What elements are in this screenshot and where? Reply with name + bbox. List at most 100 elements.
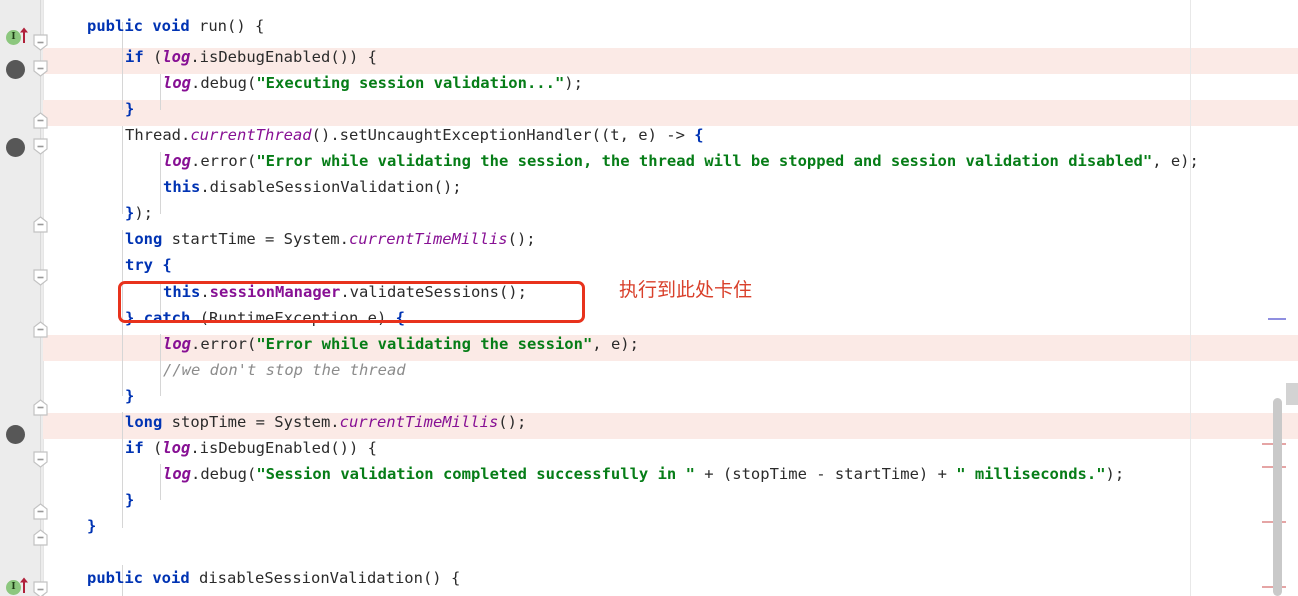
code-line[interactable]: public void run() {	[0, 13, 1298, 39]
code-line-text[interactable]: this.sessionManager.validateSessions();	[163, 279, 527, 305]
code-line[interactable]: if (log.isDebugEnabled()) {	[0, 435, 1298, 461]
code-line-text[interactable]: }	[125, 383, 134, 409]
code-line-text[interactable]: long stopTime = System.currentTimeMillis…	[125, 409, 526, 435]
fold-region-end-icon[interactable]	[33, 503, 48, 520]
code-token: log	[162, 439, 191, 457]
code-token: , e);	[592, 335, 639, 353]
code-token: }	[87, 517, 97, 535]
code-line-text[interactable]: log.debug("Executing session validation.…	[163, 70, 583, 96]
code-line[interactable]: } catch (RuntimeException e) {	[0, 305, 1298, 331]
code-line-text[interactable]: this.disableSessionValidation();	[163, 174, 462, 200]
code-token: currentTimeMillis	[348, 230, 508, 248]
arrow-up-icon	[20, 577, 28, 593]
fold-region-start-icon[interactable]	[33, 269, 48, 286]
code-line-text[interactable]: });	[125, 200, 153, 226]
code-token: void	[152, 17, 190, 35]
code-line[interactable]: this.disableSessionValidation();	[0, 174, 1298, 200]
code-line[interactable]: Thread.currentThread().setUncaughtExcept…	[0, 122, 1298, 148]
breakpoint-icon[interactable]	[6, 60, 25, 79]
code-line-text[interactable]: Thread.currentThread().setUncaughtExcept…	[125, 122, 704, 148]
code-token: {	[694, 126, 704, 144]
fold-region-end-icon[interactable]	[33, 529, 48, 546]
code-line-text[interactable]: } catch (RuntimeException e) {	[125, 305, 405, 331]
code-token: (	[143, 439, 163, 457]
code-token: catch	[143, 309, 191, 327]
code-token: this	[163, 283, 201, 301]
code-token: startTime = System.	[162, 230, 349, 248]
code-token: sessionManager	[209, 283, 341, 301]
code-line[interactable]: log.debug("Session validation completed …	[0, 461, 1298, 487]
code-line[interactable]: long stopTime = System.currentTimeMillis…	[0, 409, 1298, 435]
code-line[interactable]: public void disableSessionValidation() {	[0, 565, 1298, 591]
code-token: "Error while validating the session, the…	[256, 152, 1153, 170]
breakpoint-dot-icon[interactable]	[6, 138, 25, 157]
fold-region-start-icon[interactable]	[33, 34, 48, 51]
code-token: }	[125, 387, 135, 405]
code-token: }	[125, 491, 135, 509]
code-line-text[interactable]: try {	[125, 252, 172, 278]
fold-region-start-icon[interactable]	[33, 138, 48, 155]
scrollbar-thumb[interactable]	[1273, 398, 1282, 596]
code-line[interactable]: if (log.isDebugEnabled()) {	[0, 44, 1298, 70]
code-line-text[interactable]: log.debug("Session validation completed …	[163, 461, 1124, 487]
code-line-text[interactable]: if (log.isDebugEnabled()) {	[125, 435, 377, 461]
code-token: stopTime = System.	[162, 413, 340, 431]
code-line-text[interactable]: long startTime = System.currentTimeMilli…	[125, 226, 536, 252]
code-token: log	[163, 335, 191, 353]
code-line[interactable]: try {	[0, 252, 1298, 278]
override-method-icon[interactable]: I	[6, 27, 28, 45]
fold-region-end-icon[interactable]	[33, 321, 48, 338]
code-token: + (stopTime - startTime) +	[694, 465, 957, 483]
code-token: .error(	[191, 335, 257, 353]
breakpoint-icon[interactable]	[6, 138, 25, 157]
breakpoint-dot-icon[interactable]	[6, 60, 25, 79]
code-line[interactable]: }	[0, 487, 1298, 513]
code-line-text[interactable]: log.error("Error while validating the se…	[163, 331, 639, 357]
code-line[interactable]: log.debug("Executing session validation.…	[0, 70, 1298, 96]
code-line[interactable]: log.error("Error while validating the se…	[0, 331, 1298, 357]
breakpoint-dot-icon[interactable]	[6, 425, 25, 444]
code-line-text[interactable]: //we don't stop the thread	[163, 357, 406, 383]
code-token: if	[125, 439, 144, 457]
code-line-text[interactable]: log.error("Error while validating the se…	[163, 148, 1199, 174]
code-line[interactable]: log.error("Error while validating the se…	[0, 148, 1298, 174]
code-line-text[interactable]: }	[87, 513, 96, 539]
scrollbar-marker-button[interactable]	[1286, 383, 1298, 405]
code-token: long	[125, 230, 163, 248]
breakpoint-icon[interactable]	[6, 425, 25, 444]
code-token: (	[143, 48, 163, 66]
code-token: (RuntimeException e)	[190, 309, 396, 327]
fold-region-end-icon[interactable]	[33, 216, 48, 233]
override-method-icon[interactable]: I	[6, 577, 28, 595]
fold-region-start-icon[interactable]	[33, 60, 48, 77]
code-token: .validateSessions();	[340, 283, 527, 301]
code-token: "Executing session validation..."	[256, 74, 565, 92]
code-token: currentThread	[190, 126, 312, 144]
code-line[interactable]: //we don't stop the thread	[0, 357, 1298, 383]
code-line[interactable]: });	[0, 200, 1298, 226]
fold-region-end-icon[interactable]	[33, 399, 48, 416]
code-line[interactable]: }	[0, 96, 1298, 122]
code-editor[interactable]: public void run() { if (log.isDebugEnable…	[0, 0, 1298, 596]
code-token: .error(	[191, 152, 257, 170]
code-line[interactable]: long startTime = System.currentTimeMilli…	[0, 226, 1298, 252]
fold-region-start-icon[interactable]	[33, 581, 48, 596]
fold-region-start-icon[interactable]	[33, 451, 48, 468]
code-line-text[interactable]: if (log.isDebugEnabled()) {	[125, 44, 377, 70]
code-token: .debug(	[191, 465, 257, 483]
code-token: public	[87, 569, 143, 587]
code-line[interactable]: }	[0, 383, 1298, 409]
code-token: ().setUncaughtExceptionHandler((t, e) ->	[311, 126, 695, 144]
code-token: log	[163, 465, 191, 483]
code-line-text[interactable]: }	[125, 96, 134, 122]
code-line-text[interactable]: }	[125, 487, 134, 513]
fold-region-end-icon[interactable]	[33, 112, 48, 129]
code-line[interactable]: }	[0, 513, 1298, 539]
code-line-text[interactable]: public void run() {	[87, 13, 264, 39]
code-line-text[interactable]: public void disableSessionValidation() {	[87, 565, 460, 591]
code-token: {	[395, 309, 406, 327]
